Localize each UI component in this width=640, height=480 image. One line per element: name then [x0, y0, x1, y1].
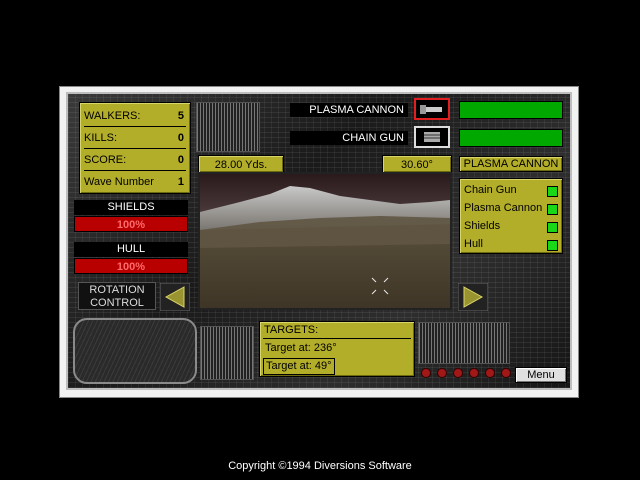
indicator-light [421, 368, 431, 378]
vent-grille-top [196, 102, 260, 152]
chain-gun-icon [424, 132, 440, 142]
targets-divider [263, 338, 411, 339]
rotate-right-button[interactable] [457, 282, 489, 312]
walkers-row: WALKERS: 5 [84, 106, 186, 127]
targets-header: TARGETS: [264, 324, 319, 336]
shields-label: SHIELDS [74, 200, 188, 215]
terrain-scene [200, 174, 450, 308]
kills-row: KILLS: 0 [84, 128, 186, 149]
rotate-left-button[interactable] [159, 282, 191, 312]
system-shields-led [547, 222, 558, 233]
system-chain-gun-label: Chain Gun [464, 184, 517, 196]
score-label: SCORE: [84, 154, 127, 166]
menu-button[interactable]: Menu [515, 367, 567, 383]
score-value: 0 [177, 154, 184, 166]
hull-label: HULL [74, 242, 188, 257]
chain-gun-select-button[interactable] [414, 126, 450, 148]
secondary-weapon-charge-bar [459, 129, 563, 147]
selected-weapon-display: PLASMA CANNON [459, 156, 563, 172]
system-plasma-cannon-led [547, 204, 558, 215]
scanner-screen [73, 318, 197, 384]
system-plasma-cannon-label: Plasma Cannon [464, 202, 543, 214]
indicator-light [485, 368, 495, 378]
heading-readout: 30.60° [382, 155, 452, 173]
wave-label: Wave Number [84, 176, 154, 188]
vent-grille-bottom [418, 322, 510, 364]
terrain-viewport[interactable] [198, 172, 452, 310]
walkers-value: 5 [177, 110, 184, 122]
indicator-light [453, 368, 463, 378]
score-row: SCORE: 0 [84, 150, 186, 171]
copyright-text: Copyright ©1994 Diversions Software [228, 460, 412, 472]
plasma-cannon-select-button[interactable] [414, 98, 450, 120]
kills-label: KILLS: [84, 132, 118, 144]
system-chain-gun-led [547, 186, 558, 197]
indicator-light [469, 368, 479, 378]
indicator-light [437, 368, 447, 378]
plasma-cannon-icon [420, 105, 442, 114]
shields-bar: 100% [74, 216, 188, 232]
system-hull-label: Hull [464, 238, 483, 250]
indicator-light [501, 368, 511, 378]
hull-bar: 100% [74, 258, 188, 274]
vent-grille-lower-left [200, 326, 254, 380]
rotation-control-line1: ROTATION [89, 284, 145, 296]
arrow-left-icon [159, 282, 191, 312]
weapon-primary-label: PLASMA CANNON [290, 103, 408, 117]
rotation-control-line2: CONTROL [90, 297, 144, 309]
target-item-selected[interactable]: Target at: 49° [263, 358, 335, 375]
weapon-secondary-label: CHAIN GUN [290, 131, 408, 145]
target-item[interactable]: Target at: 236° [263, 341, 339, 356]
kills-value: 0 [177, 132, 184, 144]
rotation-control[interactable]: ROTATION CONTROL [78, 282, 156, 310]
primary-weapon-charge-bar [459, 101, 563, 119]
stats-panel: WALKERS: 5 KILLS: 0 SCORE: 0 Wave Number… [79, 102, 191, 194]
systems-status-panel: Chain Gun Plasma Cannon Shields Hull [459, 178, 563, 254]
walkers-label: WALKERS: [84, 110, 141, 122]
arrow-right-icon [457, 282, 489, 312]
system-shields-label: Shields [464, 220, 501, 232]
wave-value: 1 [177, 176, 184, 188]
targets-panel: TARGETS: Target at: 236° Target at: 49° [259, 321, 415, 377]
system-hull-led [547, 240, 558, 251]
wave-row: Wave Number 1 [84, 172, 186, 192]
range-readout: 28.00 Yds. [198, 155, 284, 173]
